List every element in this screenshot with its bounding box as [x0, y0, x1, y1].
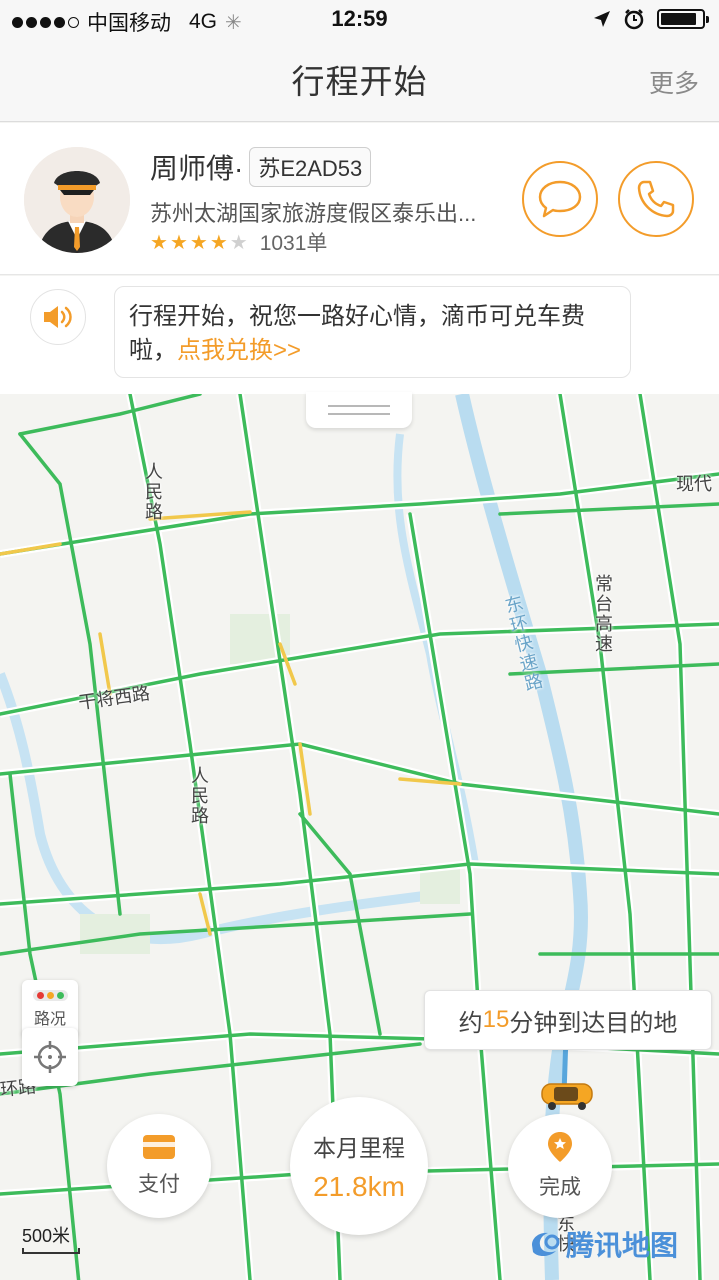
message-driver-button[interactable]: [522, 161, 598, 237]
eta-suffix: 分钟到达目的地: [509, 1009, 678, 1037]
chat-bubble-icon: [538, 180, 582, 218]
card-icon: [143, 1135, 175, 1159]
driver-card: 周师傅· 苏E2AD53 苏州太湖国家旅游度假区泰乐出... ★ ★ ★ ★ ★…: [0, 123, 719, 275]
map-scale-label: 500米: [22, 1226, 71, 1246]
driver-avatar-icon: [24, 147, 130, 253]
driver-name: 周师傅·: [150, 153, 244, 184]
more-button[interactable]: 更多: [649, 64, 699, 100]
map-provider-logo: 腾讯地图: [528, 1224, 678, 1264]
watermark-text: 腾讯地图: [566, 1230, 679, 1261]
star-icon: ★: [189, 231, 208, 254]
star-icon: ★: [169, 231, 188, 254]
announcement-bubble: 行程开始，祝您一路好心情，滴币可兑车费啦，点我兑换>>: [114, 286, 631, 378]
road-label: 常台高速: [593, 574, 613, 654]
star-icon: ★: [150, 231, 168, 254]
driver-company: 苏州太湖国家旅游度假区泰乐出...: [150, 201, 477, 226]
order-count: 1031单: [259, 232, 328, 255]
speaker-button[interactable]: [30, 289, 86, 345]
eta-minutes: 15: [482, 1006, 510, 1033]
eta-prefix: 约: [458, 1009, 483, 1037]
location-arrow-icon: [594, 11, 610, 27]
pay-label: 支付: [138, 1173, 180, 1196]
call-driver-button[interactable]: [618, 161, 694, 237]
map-scale-bar: [22, 1248, 80, 1254]
announcement-bar: 行程开始，祝您一路好心情，滴币可兑车费啦，点我兑换>>: [0, 276, 719, 394]
screen: 中国移动 4G ✳ 12:59 行程开始 更多 周师傅· 苏E2AD53 苏州太…: [0, 0, 719, 1280]
mileage-widget[interactable]: 本月里程 21.8km: [290, 1097, 428, 1235]
license-plate: 苏E2AD53: [249, 147, 372, 187]
nav-bar: 行程开始 更多: [0, 40, 719, 122]
star-empty-icon: ★: [229, 231, 248, 254]
traffic-light-icon: [32, 989, 68, 1001]
finish-label: 完成: [539, 1176, 581, 1199]
status-bar: 中国移动 4G ✳ 12:59: [0, 0, 719, 40]
driver-avatar[interactable]: [24, 147, 130, 253]
phone-icon: [637, 180, 675, 218]
speaker-icon: [44, 306, 72, 328]
driver-rating: ★ ★ ★ ★ ★ 1031单: [150, 227, 327, 257]
mileage-title: 本月里程: [313, 1135, 405, 1161]
status-right: [593, 8, 709, 30]
pay-button[interactable]: 支付: [107, 1114, 211, 1218]
road-label: 现代: [676, 474, 712, 494]
road-label: 人民路: [189, 766, 209, 826]
road-label: 人民路: [143, 462, 163, 522]
battery-icon: [657, 9, 709, 29]
crosshair-icon: [34, 1041, 66, 1073]
redeem-link[interactable]: 点我兑换>>: [177, 337, 301, 364]
eta-banner: 约 15 分钟到达目的地: [424, 990, 712, 1050]
locate-me-button[interactable]: [22, 1028, 78, 1086]
alarm-clock-icon: [624, 9, 644, 30]
driver-name-row: 周师傅· 苏E2AD53: [150, 147, 372, 187]
tencent-map-logo-icon: [532, 1232, 560, 1257]
mileage-value: 21.8km: [313, 1171, 405, 1202]
star-icon: ★: [209, 231, 228, 254]
taxi-car-icon: [541, 1083, 593, 1110]
panel-drag-handle[interactable]: [306, 392, 412, 428]
traffic-label: 路况: [33, 1010, 66, 1028]
finish-button[interactable]: 完成: [508, 1114, 612, 1218]
map-pin-icon: [548, 1132, 572, 1162]
page-title: 行程开始: [291, 63, 428, 100]
